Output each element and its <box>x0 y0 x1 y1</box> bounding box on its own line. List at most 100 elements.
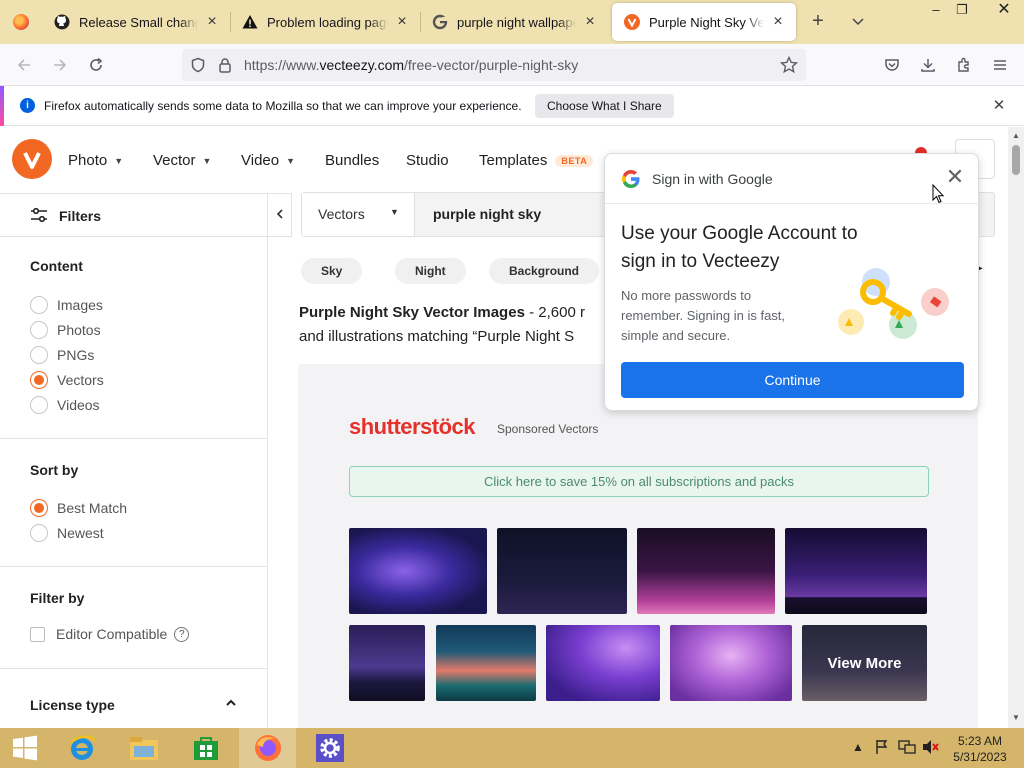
shutterstock-logo[interactable]: shutterstöck <box>349 414 476 440</box>
results-title: Purple Night Sky Vector Images <box>299 304 525 321</box>
chevron-up-icon[interactable] <box>226 697 236 712</box>
beta-badge: BETA <box>555 154 594 167</box>
radio-button[interactable] <box>30 296 48 314</box>
system-clock[interactable]: 5:23 AM 5/31/2023 <box>952 733 1008 765</box>
nav-bundles[interactable]: Bundles <box>325 152 379 169</box>
choose-what-i-share-button[interactable]: Choose What I Share <box>535 94 674 118</box>
editor-compatible-filter[interactable]: Editor Compatible? <box>30 626 190 642</box>
sort-option-best-match[interactable]: Best Match <box>30 499 127 517</box>
radio-button[interactable] <box>30 321 48 339</box>
extensions-icon[interactable] <box>952 53 976 77</box>
sidebar-divider <box>0 668 268 669</box>
promo-banner[interactable]: Click here to save 15% on all subscripti… <box>349 466 929 497</box>
bookmark-star-icon[interactable] <box>779 55 799 77</box>
url-text[interactable]: https://www.vecteezy.com/free-vector/pur… <box>244 57 578 73</box>
nav-vector[interactable]: Vector ▼ <box>153 152 211 169</box>
radio-label: Newest <box>57 525 104 541</box>
content-option-photos[interactable]: Photos <box>30 321 101 339</box>
new-tab-icon[interactable]: + <box>806 10 830 34</box>
nav-photo[interactable]: Photo ▼ <box>68 152 123 169</box>
reload-icon[interactable] <box>84 53 108 77</box>
nav-video[interactable]: Video ▼ <box>241 152 295 169</box>
back-icon[interactable] <box>12 53 36 77</box>
content-option-vectors[interactable]: Vectors <box>30 371 104 389</box>
windows-start-icon[interactable] <box>0 728 50 768</box>
filters-header[interactable]: Filters <box>0 193 268 237</box>
restore-icon[interactable]: ❐ <box>946 0 978 22</box>
tab-title: Release Small changes · <box>79 14 198 30</box>
tag-chip[interactable]: Background <box>489 258 600 284</box>
firefox-taskbar-icon[interactable] <box>239 728 296 768</box>
network-icon[interactable] <box>898 739 916 758</box>
scroll-down-icon[interactable]: ▼ <box>1012 713 1020 722</box>
tab-title: purple night wallpaper - <box>457 14 576 30</box>
sort-option-newest[interactable]: Newest <box>30 524 104 542</box>
nav-studio[interactable]: Studio <box>406 152 449 169</box>
content-option-videos[interactable]: Videos <box>30 396 100 414</box>
shield-icon[interactable] <box>190 57 206 76</box>
collapse-sidebar-button[interactable] <box>268 193 292 237</box>
sponsored-card: shutterstöck Sponsored Vectors Click her… <box>298 364 978 728</box>
tag-chip[interactable]: Sky <box>301 258 363 284</box>
windows-store-icon[interactable] <box>177 728 234 768</box>
pocket-icon[interactable] <box>880 53 904 77</box>
close-tab-icon[interactable]: × <box>394 14 410 30</box>
tag-chip[interactable]: Night <box>395 258 466 284</box>
thumbnail-image[interactable] <box>785 528 927 614</box>
view-more-button[interactable]: View More <box>802 625 927 701</box>
close-tab-icon[interactable]: × <box>582 14 598 30</box>
radio-button[interactable] <box>30 396 48 414</box>
vertical-scrollbar[interactable]: ▲ ▼ <box>1008 127 1024 728</box>
action-center-flag-icon[interactable] <box>874 739 890 758</box>
internet-explorer-icon[interactable] <box>53 728 110 768</box>
thumbnail-image[interactable] <box>637 528 775 614</box>
lock-icon[interactable] <box>218 57 232 76</box>
scrollbar-thumb[interactable] <box>1012 145 1020 175</box>
asset-type-select[interactable]: Vectors ▼ <box>302 193 415 236</box>
downloads-icon[interactable] <box>916 53 940 77</box>
browser-tab-2[interactable]: Problem loading page × <box>230 0 420 44</box>
thumbnail-image[interactable] <box>349 528 487 614</box>
nav-video-label: Video <box>241 152 280 169</box>
content-option-images[interactable]: Images <box>30 296 103 314</box>
list-all-tabs-icon[interactable] <box>846 10 870 34</box>
firefox-menu-button[interactable] <box>0 0 42 44</box>
radio-button[interactable] <box>30 524 48 542</box>
content-option-pngs[interactable]: PNGs <box>30 346 94 364</box>
show-hidden-icons-icon[interactable]: ▲ <box>852 740 864 754</box>
vecteezy-logo[interactable] <box>12 139 52 179</box>
browser-tab-1[interactable]: Release Small changes · × <box>42 0 230 44</box>
nav-templates[interactable]: Templates BETA <box>479 152 594 169</box>
search-input[interactable]: purple night sky <box>433 206 541 222</box>
close-notification-icon[interactable]: ✕ <box>990 97 1008 115</box>
file-explorer-icon[interactable] <box>115 728 172 768</box>
radio-button[interactable] <box>30 346 48 364</box>
close-tab-icon[interactable]: × <box>204 14 220 30</box>
scroll-up-icon[interactable]: ▲ <box>1012 131 1020 140</box>
settings-gear-icon[interactable] <box>301 728 358 768</box>
thumbnail-image[interactable] <box>546 625 660 701</box>
continue-button[interactable]: Continue <box>621 362 964 398</box>
thumbnail-image[interactable] <box>670 625 792 701</box>
help-icon[interactable]: ? <box>174 626 190 642</box>
radio-button-selected[interactable] <box>30 499 48 517</box>
google-g-icon <box>621 169 641 195</box>
close-icon[interactable]: ✕ <box>943 166 967 190</box>
radio-button-selected[interactable] <box>30 371 48 389</box>
browser-tab-4[interactable]: Purple Night Sky Vector × <box>612 3 796 41</box>
checkbox[interactable] <box>30 626 45 642</box>
forward-icon[interactable] <box>48 53 72 77</box>
volume-muted-icon[interactable] <box>922 739 940 758</box>
browser-tab-3[interactable]: purple night wallpaper - × <box>420 0 608 44</box>
sidebar-divider <box>0 438 268 439</box>
url-host: vecteezy.com <box>319 57 405 73</box>
hamburger-menu-icon[interactable] <box>988 53 1012 77</box>
url-bar[interactable]: https://www.vecteezy.com/free-vector/pur… <box>182 49 806 81</box>
thumbnail-image[interactable] <box>436 625 536 701</box>
close-window-icon[interactable]: ✕ <box>984 0 1024 22</box>
close-tab-icon[interactable]: × <box>770 14 786 30</box>
asset-type-value: Vectors <box>318 206 365 222</box>
thumbnail-image[interactable] <box>497 528 627 614</box>
thumbnail-image[interactable] <box>349 625 425 701</box>
license-type-section-title[interactable]: License type <box>30 697 115 713</box>
